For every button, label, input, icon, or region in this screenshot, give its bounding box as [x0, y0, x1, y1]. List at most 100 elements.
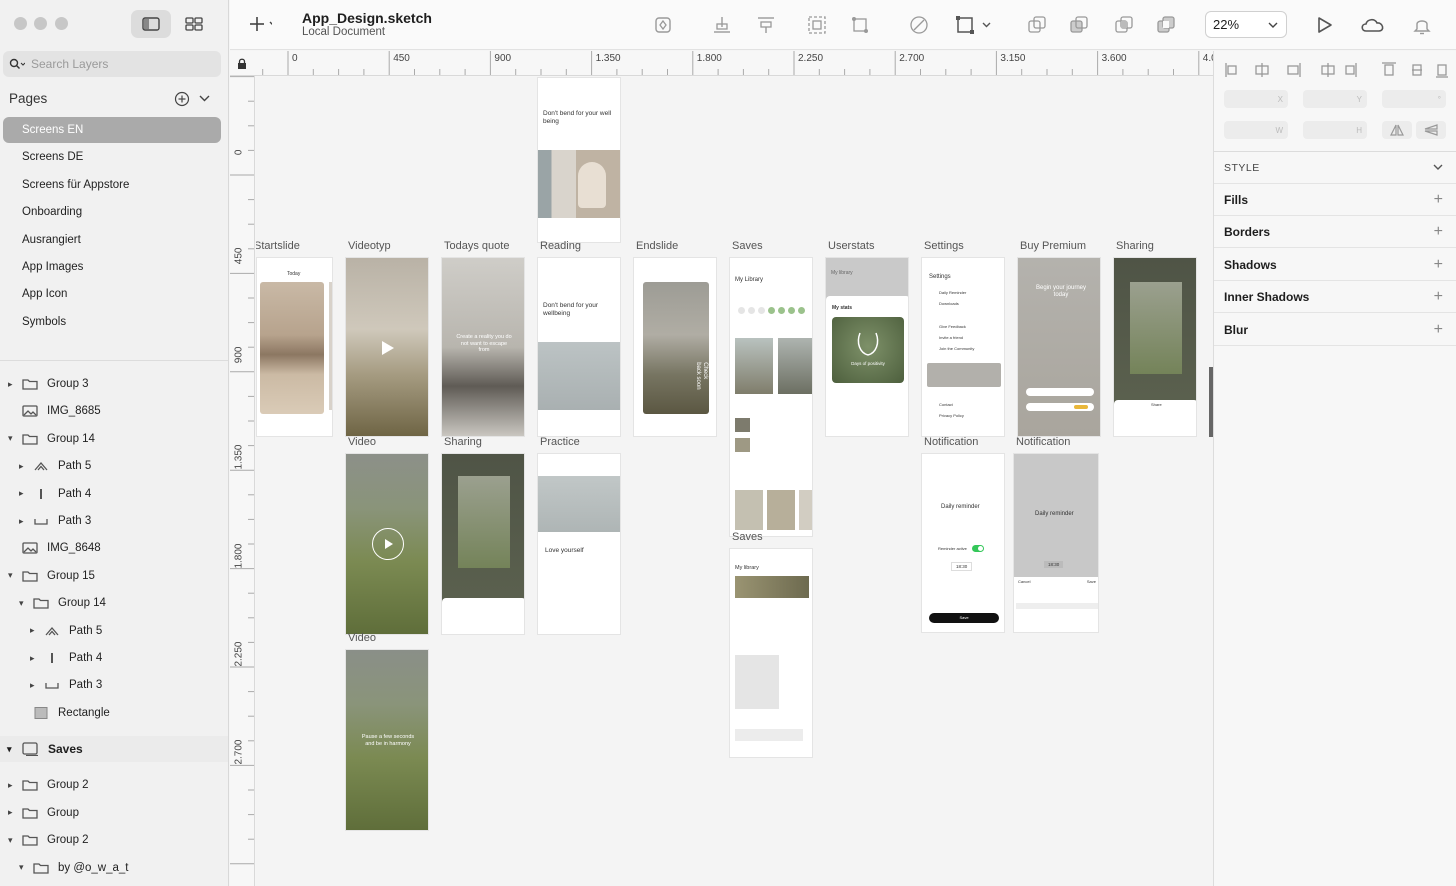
artboard-endslide[interactable]: Check back soon: [633, 257, 717, 437]
artboard-startslide[interactable]: Today: [256, 257, 333, 437]
layer-row[interactable]: IMG_8648: [8, 537, 101, 559]
grid-view-button[interactable]: [174, 10, 214, 38]
time-select[interactable]: 18:30: [1044, 561, 1064, 569]
chevron-down-icon[interactable]: ▾: [19, 862, 29, 873]
subtract-button[interactable]: [1068, 14, 1090, 36]
page-item[interactable]: Onboarding: [3, 199, 221, 225]
artboard-videotyp[interactable]: [345, 257, 429, 437]
play-button[interactable]: [372, 528, 404, 560]
difference-button[interactable]: [1155, 14, 1177, 36]
zoom-window-button[interactable]: [55, 17, 68, 30]
flip-horizontal-button[interactable]: [1382, 121, 1412, 139]
layer-row[interactable]: ▸ Group: [8, 802, 79, 824]
settings-item[interactable]: Downloads: [939, 301, 959, 307]
chevron-right-icon[interactable]: ▸: [8, 379, 18, 390]
add-shadow-icon[interactable]: +: [1434, 256, 1443, 274]
layer-row[interactable]: IMG_8685: [8, 400, 101, 422]
page-item[interactable]: Screens für Appstore: [3, 172, 221, 198]
artboard-notification-1[interactable]: Daily reminder Reminder active 18:30 Sav…: [921, 453, 1005, 633]
reminder-toggle[interactable]: [972, 545, 984, 552]
chevron-right-icon[interactable]: ▸: [19, 488, 29, 499]
page-item[interactable]: App Icon: [3, 281, 221, 307]
preview-button[interactable]: [1313, 14, 1335, 36]
artboard-sharing-2[interactable]: [441, 453, 525, 635]
page-item[interactable]: Ausrangiert: [3, 227, 221, 253]
layer-row[interactable]: ▸ Path 3: [30, 674, 102, 696]
insert-button[interactable]: [250, 13, 272, 35]
width-field[interactable]: W: [1224, 121, 1288, 139]
page-item[interactable]: Screens EN: [3, 117, 221, 143]
settings-item[interactable]: Invite a friend: [939, 335, 963, 341]
page-item[interactable]: App Images: [3, 254, 221, 280]
y-field[interactable]: Y: [1303, 90, 1367, 108]
chevron-down-icon[interactable]: ▾: [8, 433, 18, 444]
layer-row[interactable]: ▾ Group 14: [8, 428, 95, 450]
add-page-icon[interactable]: [174, 91, 190, 107]
search-layers-input[interactable]: Search Layers: [3, 51, 221, 77]
cancel-button[interactable]: Cancel: [1018, 579, 1030, 585]
time-picker-sheet[interactable]: Cancel Save: [1014, 577, 1098, 632]
chevron-right-icon[interactable]: ▸: [19, 461, 29, 472]
artboard-saves-2[interactable]: My library: [729, 548, 813, 758]
create-symbol-button[interactable]: [652, 14, 674, 36]
distribute-button[interactable]: [755, 14, 777, 36]
premium-promo-card[interactable]: [735, 576, 809, 598]
artboard-todays-quote[interactable]: Create a reality you do not want to esca…: [441, 257, 525, 437]
sidebar-toggle-button[interactable]: [131, 10, 171, 38]
artboard-buy-premium[interactable]: Begin your journey today: [1017, 257, 1101, 437]
picker-save-button[interactable]: Save: [1087, 579, 1096, 585]
chevron-right-icon[interactable]: ▸: [8, 807, 18, 818]
settings-item[interactable]: Privacy Policy: [939, 413, 964, 419]
chevron-down-icon[interactable]: ▾: [8, 570, 18, 581]
artboard-video-3[interactable]: Pause a few seconds and be in harmony: [345, 649, 429, 831]
layer-row[interactable]: ▸ Path 5: [30, 620, 102, 642]
chevron-right-icon[interactable]: ▸: [8, 780, 18, 791]
artboard-userstats[interactable]: My library My stats Days of positivity: [825, 257, 909, 437]
shadows-row[interactable]: Shadows +: [1214, 249, 1456, 281]
time-select[interactable]: 18:30: [951, 562, 973, 572]
layer-row[interactable]: Rectangle: [19, 702, 110, 724]
chevron-down-icon[interactable]: ▾: [8, 835, 18, 846]
monthly-plan-button[interactable]: [1026, 388, 1094, 396]
layer-row[interactable]: ▾ Group 14: [19, 592, 106, 614]
layer-row[interactable]: ▸ Path 4: [30, 647, 102, 669]
artboard-settings[interactable]: Settings Daily Reminder Downloads Give F…: [921, 257, 1005, 437]
add-blur-icon[interactable]: +: [1434, 321, 1443, 339]
transform-button[interactable]: [849, 14, 871, 36]
height-field[interactable]: H: [1303, 121, 1367, 139]
layer-row[interactable]: ▸ Path 5: [19, 455, 91, 477]
add-inner-shadow-icon[interactable]: +: [1434, 288, 1443, 306]
union-button[interactable]: [1026, 14, 1048, 36]
layer-row[interactable]: ▾ by @o_w_a_t: [19, 857, 129, 879]
settings-item[interactable]: Join the Community: [939, 346, 974, 352]
zoom-select[interactable]: 22%: [1205, 11, 1287, 38]
chevron-down-icon[interactable]: [199, 95, 210, 103]
scale-button[interactable]: [806, 14, 828, 36]
align-bottom-button[interactable]: [711, 14, 733, 36]
chevron-down-icon[interactable]: ▾: [19, 598, 29, 609]
add-fill-icon[interactable]: +: [1434, 191, 1443, 209]
x-field[interactable]: X: [1224, 90, 1288, 108]
inner-shadows-row[interactable]: Inner Shadows +: [1214, 281, 1456, 313]
close-window-button[interactable]: [14, 17, 27, 30]
notifications-button[interactable]: [1411, 14, 1433, 36]
edit-path-button[interactable]: [908, 14, 930, 36]
chevron-right-icon[interactable]: ▸: [30, 625, 40, 636]
chevron-right-icon[interactable]: ▸: [30, 680, 40, 691]
page-item[interactable]: Screens DE: [3, 144, 221, 170]
chevron-right-icon[interactable]: ▸: [19, 516, 29, 527]
artboard-notification-2[interactable]: Daily reminder 18:30 Cancel Save: [1013, 453, 1099, 633]
layer-row[interactable]: ▸ Path 3: [19, 510, 91, 532]
layer-row[interactable]: ▾ Group 15: [8, 565, 95, 587]
rotation-field[interactable]: °: [1382, 90, 1446, 108]
settings-item[interactable]: Contact: [939, 402, 953, 408]
add-border-icon[interactable]: +: [1434, 223, 1443, 241]
saves-artboard-row[interactable]: ▾ Saves: [0, 736, 228, 762]
layer-row[interactable]: ▾ Group 2: [8, 829, 89, 851]
artboard-reading-top[interactable]: Don't bend for your well being: [537, 77, 621, 243]
artboard-video[interactable]: [345, 453, 429, 635]
layer-row[interactable]: ▸ Group 3: [8, 373, 89, 395]
settings-item[interactable]: Daily Reminder: [939, 290, 966, 296]
save-button[interactable]: Save: [929, 613, 999, 623]
premium-banner[interactable]: [927, 363, 1001, 387]
